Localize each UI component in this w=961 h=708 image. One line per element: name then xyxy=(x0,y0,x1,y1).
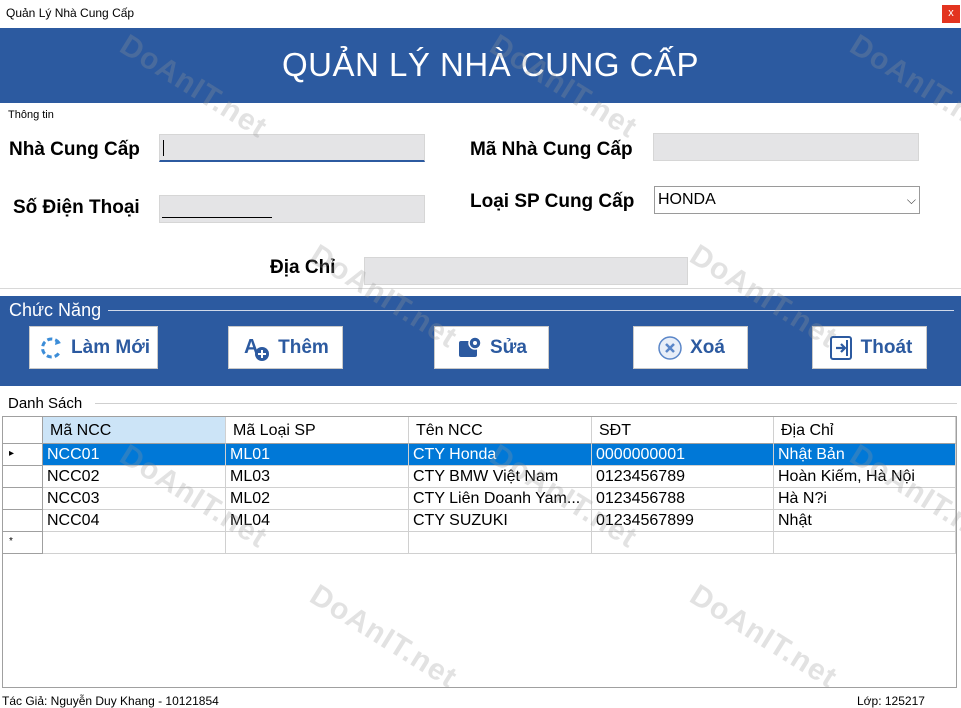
supplier-name-label: Nhà Cung Cấp xyxy=(9,139,140,160)
author-label: Tác Giả: Nguyễn Duy Khang - 10121854 xyxy=(2,694,219,708)
table-cell[interactable]: ML04 xyxy=(226,510,409,532)
delete-button-label: Xoá xyxy=(690,336,725,358)
add-button[interactable]: A Thêm xyxy=(228,326,343,369)
exit-button-label: Thoát xyxy=(860,336,913,358)
functions-group-label: Chức Năng xyxy=(9,300,102,320)
table-cell[interactable]: Hoàn Kiếm, Hà Nội xyxy=(774,466,956,488)
column-header-ma-ncc[interactable]: Mã NCC xyxy=(43,417,226,444)
add-icon: A xyxy=(244,336,270,361)
table-cell[interactable] xyxy=(43,532,226,554)
supplier-code-label: Mã Nhà Cung Cấp xyxy=(470,139,633,160)
chevron-down-icon[interactable]: ⌵ xyxy=(907,193,916,208)
functions-panel: Chức Năng Làm Mới A Thêm Sửa Xoá Thoát xyxy=(0,296,961,386)
table-cell[interactable] xyxy=(774,532,956,554)
refresh-icon xyxy=(41,337,62,358)
product-type-label: Loại SP Cung Cấp xyxy=(470,191,635,212)
table-cell[interactable] xyxy=(592,532,774,554)
table-cell[interactable]: CTY BMW Việt Nam xyxy=(409,466,592,488)
column-header-dia-chi[interactable]: Địa Chỉ xyxy=(774,417,956,444)
refresh-button[interactable]: Làm Mới xyxy=(29,326,158,369)
address-input[interactable] xyxy=(364,257,688,285)
table-cell[interactable]: ML01 xyxy=(226,444,409,466)
row-header[interactable]: * xyxy=(3,532,43,554)
table-cell[interactable] xyxy=(226,532,409,554)
supplier-grid[interactable]: Mã NCC Mã Loại SP Tên NCC SĐT Địa Chỉ ▸ … xyxy=(2,416,957,688)
table-cell[interactable]: NCC01 xyxy=(43,444,226,466)
table-cell[interactable]: 0123456788 xyxy=(592,488,774,510)
delete-icon xyxy=(658,335,682,360)
refresh-button-label: Làm Mới xyxy=(71,336,150,358)
row-header[interactable] xyxy=(3,510,43,532)
product-type-select[interactable]: HONDA ⌵ xyxy=(654,186,920,214)
supplier-code-input[interactable] xyxy=(653,133,919,161)
list-group-line xyxy=(95,403,957,404)
edit-icon xyxy=(459,335,482,357)
window-titlebar: Quản Lý Nhà Cung Cấp x xyxy=(0,0,961,28)
row-header[interactable] xyxy=(3,488,43,510)
exit-icon xyxy=(829,335,852,360)
table-cell[interactable]: 0000000001 xyxy=(592,444,774,466)
phone-label: Số Điện Thoại xyxy=(13,197,140,218)
phone-input[interactable] xyxy=(159,195,425,223)
table-cell[interactable]: NCC04 xyxy=(43,510,226,532)
table-cell[interactable]: Hà N?i xyxy=(774,488,956,510)
grid-corner xyxy=(3,417,43,444)
column-header-ma-loai-sp[interactable]: Mã Loại SP xyxy=(226,417,409,444)
info-group-label: Thông tin xyxy=(8,109,54,121)
table-cell[interactable]: CTY SUZUKI xyxy=(409,510,592,532)
new-row-marker: * xyxy=(9,536,13,547)
table-cell[interactable]: NCC02 xyxy=(43,466,226,488)
page-title: QUẢN LÝ NHÀ CUNG CẤP xyxy=(281,46,700,83)
table-cell[interactable]: NCC03 xyxy=(43,488,226,510)
edit-button[interactable]: Sửa xyxy=(434,326,549,369)
table-row[interactable]: NCC04 ML04 CTY SUZUKI 01234567899 Nhật xyxy=(3,510,956,532)
window-title: Quản Lý Nhà Cung Cấp xyxy=(6,6,135,20)
address-label: Địa Chỉ xyxy=(270,257,336,278)
table-cell[interactable]: ML02 xyxy=(226,488,409,510)
mask-underline xyxy=(162,217,272,218)
add-button-label: Thêm xyxy=(278,336,329,358)
close-button[interactable]: x xyxy=(942,5,960,23)
table-cell[interactable]: ML03 xyxy=(226,466,409,488)
table-cell[interactable]: CTY Honda xyxy=(409,444,592,466)
table-cell[interactable]: Nhật xyxy=(774,510,956,532)
section-divider xyxy=(0,288,961,289)
row-header[interactable]: ▸ xyxy=(3,444,43,466)
column-header-sdt[interactable]: SĐT xyxy=(592,417,774,444)
selected-row-marker: ▸ xyxy=(9,448,15,459)
table-cell[interactable]: Nhật Bản xyxy=(774,444,956,466)
list-group-label: Danh Sách xyxy=(8,395,83,412)
exit-button[interactable]: Thoát xyxy=(812,326,927,369)
column-header-ten-ncc[interactable]: Tên NCC xyxy=(409,417,592,444)
functions-group-line xyxy=(108,310,954,311)
class-label: Lớp: 125217 xyxy=(857,694,925,708)
new-row[interactable]: * xyxy=(3,532,956,554)
table-row[interactable]: ▸ NCC01 ML01 CTY Honda 0000000001 Nhật B… xyxy=(3,444,956,466)
row-header[interactable] xyxy=(3,466,43,488)
table-cell[interactable]: CTY Liên Doanh Yam... xyxy=(409,488,592,510)
table-cell[interactable] xyxy=(409,532,592,554)
table-cell[interactable]: 0123456789 xyxy=(592,466,774,488)
edit-button-label: Sửa xyxy=(490,336,527,358)
delete-button[interactable]: Xoá xyxy=(633,326,748,369)
header-banner: QUẢN LÝ NHÀ CUNG CẤP xyxy=(0,28,961,103)
text-caret xyxy=(163,140,164,156)
table-cell[interactable]: 01234567899 xyxy=(592,510,774,532)
table-row[interactable]: NCC03 ML02 CTY Liên Doanh Yam... 0123456… xyxy=(3,488,956,510)
table-row[interactable]: NCC02 ML03 CTY BMW Việt Nam 0123456789 H… xyxy=(3,466,956,488)
supplier-name-input[interactable] xyxy=(159,134,425,162)
product-type-value: HONDA xyxy=(658,191,716,208)
